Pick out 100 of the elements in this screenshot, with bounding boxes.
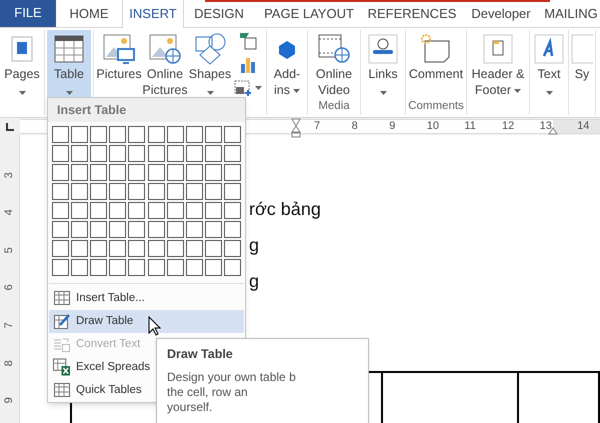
table-grid-cell[interactable] [71,258,88,276]
table-grid-cell[interactable] [224,126,241,143]
table-grid-cell[interactable] [224,182,241,200]
table-grid-cell[interactable] [186,182,203,200]
table-grid-cell[interactable] [90,258,108,276]
ribbon-tab[interactable]: REFERENCES [364,0,460,27]
ribbon-button[interactable]: Text [532,30,566,100]
table-grid-cell[interactable] [148,240,164,257]
table-grid-cell[interactable] [109,182,126,200]
table-grid-cell[interactable] [148,164,164,181]
table-grid-cell[interactable] [128,164,146,181]
table-grid-cell[interactable] [90,220,108,238]
table-grid-cell[interactable] [52,126,69,143]
table-grid-cell[interactable] [90,202,108,219]
table-grid-cell[interactable] [166,126,184,143]
menu-item[interactable]: Draw Table [49,310,244,333]
ribbon-button[interactable]: Links [363,30,403,100]
table-grid-cell[interactable] [71,240,88,257]
table-grid-cell[interactable] [204,144,222,162]
table-grid-cell[interactable] [109,144,126,162]
table-grid-cell[interactable] [186,202,203,219]
table-grid-cell[interactable] [52,220,69,238]
ribbon-button[interactable]: Comment [408,30,464,99]
chart-icon[interactable] [239,56,257,74]
table-grid-cell[interactable] [128,144,146,162]
table-grid-cell[interactable] [186,240,203,257]
table-grid-cell[interactable] [128,240,146,257]
smartart-icon[interactable] [239,32,257,50]
table-grid-cell[interactable] [224,240,241,257]
table-grid-cell[interactable] [109,164,126,181]
table-grid-cell[interactable] [148,220,164,238]
table-grid-cell[interactable] [166,182,184,200]
table-grid-cell[interactable] [186,258,203,276]
ribbon-tab[interactable]: HOME [56,0,122,27]
table-grid-cell[interactable] [90,144,108,162]
ribbon-button[interactable]: Pages [2,30,42,100]
table-grid-cell[interactable] [148,202,164,219]
table-grid-cell[interactable] [71,144,88,162]
screenshot-button[interactable] [234,80,262,96]
table-grid-cell[interactable] [128,182,146,200]
ribbon-button[interactable]: Sy [571,30,593,99]
table-grid-cell[interactable] [109,258,126,276]
table-grid-cell[interactable] [224,258,241,276]
table-grid-cell[interactable] [148,126,164,143]
table-grid-cell[interactable] [148,144,164,162]
table-grid-cell[interactable] [166,144,184,162]
table-grid-cell[interactable] [52,202,69,219]
table-grid-cell[interactable] [90,164,108,181]
ribbon-button[interactable]: Online Video [310,30,358,99]
ribbon-tab[interactable]: FILE [0,0,56,27]
indent-marker-icon[interactable] [291,118,301,138]
table-grid-cell[interactable] [166,220,184,238]
table-grid-cell[interactable] [166,258,184,276]
table-grid-cell[interactable] [71,220,88,238]
table-grid-cell[interactable] [90,182,108,200]
table-grid-cell[interactable] [204,182,222,200]
menu-item[interactable]: Insert Table... [49,286,244,310]
table-grid-cell[interactable] [52,164,69,181]
table-grid-cell[interactable] [71,182,88,200]
table-grid-cell[interactable] [128,258,146,276]
table-grid-cell[interactable] [204,240,222,257]
table-grid-cell[interactable] [166,202,184,219]
table-grid-cell[interactable] [224,164,241,181]
table-grid-cell[interactable] [71,126,88,143]
table-grid-cell[interactable] [204,220,222,238]
table-grid-cell[interactable] [109,220,126,238]
table-grid-cell[interactable] [128,202,146,219]
table-grid-cell[interactable] [224,144,241,162]
ribbon-button[interactable]: Shapes [188,30,232,100]
table-grid-cell[interactable] [52,144,69,162]
ribbon-tab[interactable]: Developer [460,0,542,27]
table-grid-cell[interactable] [204,164,222,181]
table-grid-cell[interactable] [204,202,222,219]
table-grid-cell[interactable] [186,220,203,238]
table-grid-cell[interactable] [109,240,126,257]
table-grid-cell[interactable] [204,258,222,276]
ribbon-tab[interactable]: MAILING [542,0,600,27]
tab-selector-icon[interactable] [5,122,15,132]
table-grid-cell[interactable] [52,258,69,276]
ribbon-tab[interactable]: INSERT [122,0,184,28]
table-grid-cell[interactable] [186,164,203,181]
table-grid-cell[interactable] [224,202,241,219]
table-grid-cell[interactable] [109,202,126,219]
ribbon-button[interactable]: Header & Footer [469,30,527,99]
table-grid-cell[interactable] [186,144,203,162]
table-grid-cell[interactable] [52,240,69,257]
table-grid-cell[interactable] [90,126,108,143]
table-grid-cell[interactable] [71,164,88,181]
table-grid-cell[interactable] [148,258,164,276]
table-grid-cell[interactable] [52,182,69,200]
table-grid-cell[interactable] [128,220,146,238]
table-grid-cell[interactable] [166,164,184,181]
ribbon-tab[interactable]: PAGE LAYOUT [254,0,364,27]
table-grid-cell[interactable] [128,126,146,143]
table-grid-cell[interactable] [148,182,164,200]
table-grid-cell[interactable] [186,126,203,143]
table-grid-cell[interactable] [109,126,126,143]
table-grid-cell[interactable] [90,240,108,257]
table-grid-cell[interactable] [71,202,88,219]
ribbon-tab[interactable]: DESIGN [184,0,254,27]
